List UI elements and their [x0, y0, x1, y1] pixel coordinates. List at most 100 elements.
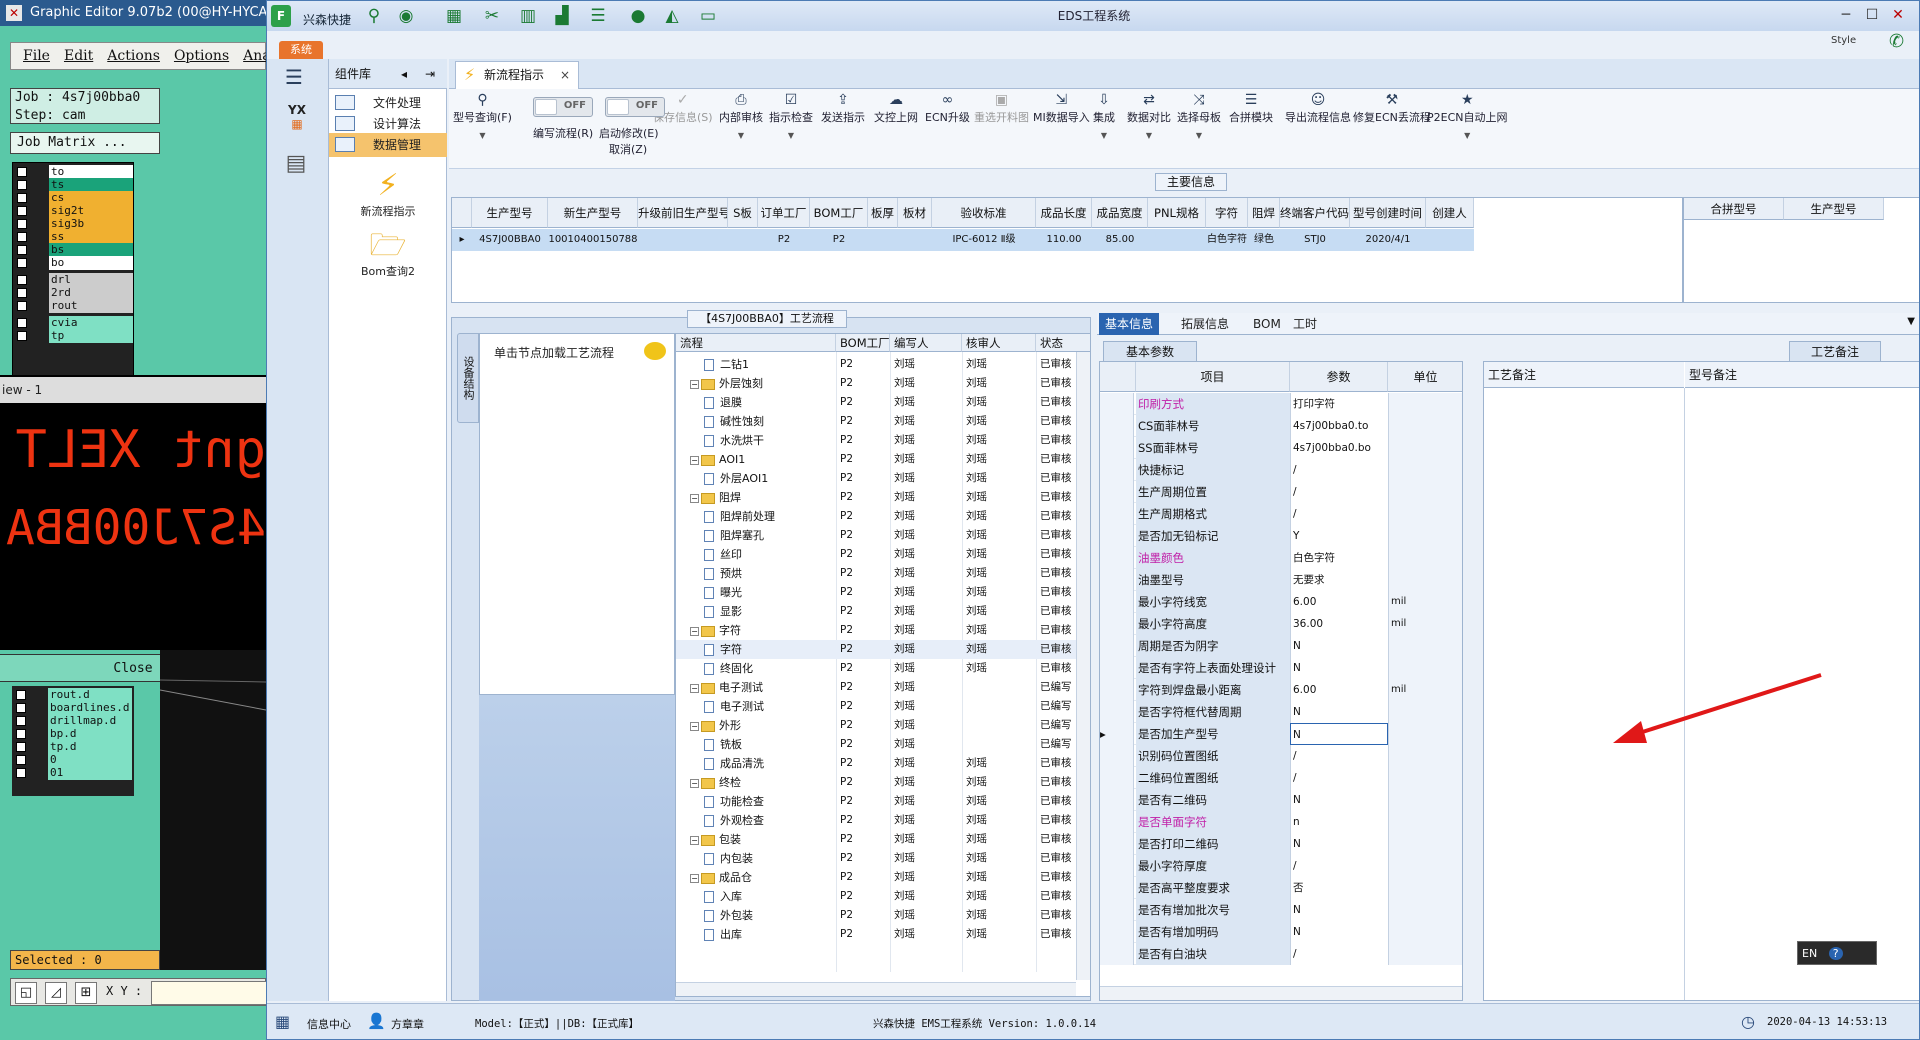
- tree-header[interactable]: 状态: [1036, 334, 1090, 352]
- param-row[interactable]: 是否单面字符 n: [1100, 811, 1462, 833]
- tree-header[interactable]: BOM工厂: [836, 334, 890, 352]
- ge-menu-actions[interactable]: Actions: [107, 48, 160, 64]
- grid-header[interactable]: 升级前旧生产型号: [638, 198, 728, 228]
- layer-row[interactable]: 01: [12, 766, 134, 780]
- ge-menu-options[interactable]: Options: [174, 48, 229, 64]
- param-row[interactable]: 是否有二维码 N: [1100, 789, 1462, 811]
- layer-checkbox[interactable]: [16, 729, 26, 739]
- layer-row[interactable]: drl: [13, 273, 135, 287]
- remark-tab[interactable]: 工艺备注: [1789, 341, 1881, 361]
- edit-process-toggle[interactable]: OFF: [533, 97, 593, 117]
- tab-new-process[interactable]: ⚡ 新流程指示 ×: [455, 61, 579, 89]
- grid-header[interactable]: 新生产型号: [548, 198, 638, 228]
- param-row[interactable]: 生产周期位置 /: [1100, 481, 1462, 503]
- tree-node[interactable]: 出库: [704, 925, 742, 944]
- param-value[interactable]: N: [1290, 833, 1388, 855]
- toolbar-button-15[interactable]: ★ P2ECN自动上网 ▼: [1427, 91, 1508, 140]
- phone-icon[interactable]: ✆: [1889, 31, 1904, 52]
- grid-header[interactable]: 型号创建时间: [1350, 198, 1426, 228]
- param-value[interactable]: 6.00: [1290, 591, 1388, 613]
- grid-cell[interactable]: 白色字符: [1206, 229, 1248, 251]
- param-value[interactable]: N: [1290, 899, 1388, 921]
- ge-menu-edit[interactable]: Edit: [64, 48, 93, 64]
- layer-row[interactable]: bs: [13, 243, 135, 257]
- param-header[interactable]: 单位: [1388, 362, 1462, 392]
- param-value[interactable]: N: [1290, 657, 1388, 679]
- layer-checkbox[interactable]: [16, 703, 26, 713]
- tree-node[interactable]: 阻焊前处理: [704, 507, 775, 526]
- toolbar-button-12[interactable]: ☰ 合拼模块: [1229, 91, 1273, 125]
- collapse-icon[interactable]: −: [690, 626, 699, 636]
- grid-cell[interactable]: 10010400150788: [548, 229, 638, 251]
- chevron-down-icon[interactable]: ▼: [1127, 131, 1171, 140]
- toolbar-button-0[interactable]: ⚲ 型号查询(F) ▼: [453, 91, 512, 140]
- param-value[interactable]: 4s7j00bba0.to: [1290, 415, 1388, 437]
- ge-xy-input[interactable]: [151, 981, 266, 1005]
- layer-checkbox[interactable]: [17, 219, 27, 229]
- param-row[interactable]: 是否有白油块 /: [1100, 943, 1462, 965]
- collapse-icon[interactable]: −: [690, 379, 699, 389]
- param-value[interactable]: /: [1290, 459, 1388, 481]
- layer-row[interactable]: tp: [13, 329, 135, 343]
- layer-row[interactable]: cvia: [13, 316, 135, 330]
- param-row[interactable]: 是否有增加批次号 N: [1100, 899, 1462, 921]
- tree-node[interactable]: 内包装: [704, 849, 753, 868]
- tree-node[interactable]: 碱性蚀刻: [704, 412, 764, 431]
- tree-row[interactable]: − 电子测试 P2 刘瑶 已编写: [676, 678, 1076, 697]
- grid-cell[interactable]: [728, 229, 758, 251]
- grid-cell[interactable]: [868, 229, 898, 251]
- grid-header[interactable]: S板: [728, 198, 758, 228]
- layer-checkbox[interactable]: [17, 245, 27, 255]
- grid-cell[interactable]: [1148, 229, 1206, 251]
- windows-icon[interactable]: ▦: [275, 1012, 290, 1031]
- param-row[interactable]: 印刷方式 打印字符: [1100, 393, 1462, 415]
- tree-row[interactable]: 成品清洗 P2 刘瑶 刘瑶 已审核: [676, 754, 1076, 773]
- toolbar-button-5[interactable]: ☁ 文控上网: [874, 91, 918, 125]
- collapse-icon[interactable]: −: [690, 778, 699, 788]
- tree-node[interactable]: − AOI1: [690, 450, 745, 469]
- param-hscroll[interactable]: [1100, 986, 1462, 1000]
- tree-node[interactable]: − 电子测试: [690, 678, 763, 697]
- toolbar-button-3[interactable]: ☑ 指示检查 ▼: [769, 91, 813, 140]
- tree-row[interactable]: 外层AOI1 P2 刘瑶 刘瑶 已审核: [676, 469, 1076, 488]
- detail-tab[interactable]: 基本信息: [1099, 313, 1160, 335]
- layer-checkbox[interactable]: [16, 716, 26, 726]
- param-value[interactable]: /: [1290, 943, 1388, 965]
- collapse-icon[interactable]: −: [690, 455, 699, 465]
- chevron-down-icon[interactable]: ▼: [719, 131, 763, 140]
- toolbar-button-6[interactable]: ∞ ECN升级: [925, 91, 970, 125]
- tree-node[interactable]: 铣板: [704, 735, 742, 754]
- layer-checkbox[interactable]: [17, 232, 27, 242]
- layer-row[interactable]: bp.d: [12, 727, 134, 741]
- layer-row[interactable]: to: [13, 165, 135, 179]
- tree-row[interactable]: 退膜 P2 刘瑶 刘瑶 已审核: [676, 393, 1076, 412]
- layer-checkbox[interactable]: [17, 331, 27, 341]
- ge-measure-icon[interactable]: ◿: [45, 982, 67, 1004]
- tree-row[interactable]: 阻焊前处理 P2 刘瑶 刘瑶 已审核: [676, 507, 1076, 526]
- tree-row[interactable]: 外包装 P2 刘瑶 刘瑶 已审核: [676, 906, 1076, 925]
- tree-row[interactable]: − 字符 P2 刘瑶 刘瑶 已审核: [676, 621, 1076, 640]
- tree-row[interactable]: 字符 P2 刘瑶 刘瑶 已审核: [676, 640, 1076, 659]
- tree-node[interactable]: 电子测试: [704, 697, 764, 716]
- grid-header[interactable]: 成品长度: [1036, 198, 1092, 228]
- nav-big-item[interactable]: ⚡ 新流程指示: [329, 169, 447, 219]
- param-value[interactable]: 4s7j00bba0.bo: [1290, 437, 1388, 459]
- tree-row[interactable]: 预烘 P2 刘瑶 刘瑶 已审核: [676, 564, 1076, 583]
- layer-checkbox[interactable]: [17, 275, 27, 285]
- tree-node[interactable]: 曝光: [704, 583, 742, 602]
- tree-header[interactable]: 流程: [676, 334, 836, 352]
- param-row[interactable]: 是否打印二维码 N: [1100, 833, 1462, 855]
- layer-row[interactable]: rout.d: [12, 688, 134, 702]
- tree-node[interactable]: − 阻焊: [690, 488, 741, 507]
- param-row[interactable]: 是否高平整度要求否: [1100, 877, 1462, 899]
- param-value[interactable]: 否: [1290, 877, 1388, 899]
- toolbar-button-9[interactable]: ⇩ 集成 ▼: [1093, 91, 1115, 140]
- detail-tab[interactable]: BOM: [1247, 313, 1287, 335]
- help-icon[interactable]: ?: [1828, 947, 1843, 960]
- param-header[interactable]: 项目: [1136, 362, 1290, 392]
- param-value[interactable]: Y: [1290, 525, 1388, 547]
- collapse-icon[interactable]: −: [690, 493, 699, 503]
- basic-param-tab[interactable]: 基本参数: [1103, 341, 1197, 361]
- layer-row[interactable]: sig2t: [13, 204, 135, 218]
- param-row[interactable]: 是否加无铅标记 Y: [1100, 525, 1462, 547]
